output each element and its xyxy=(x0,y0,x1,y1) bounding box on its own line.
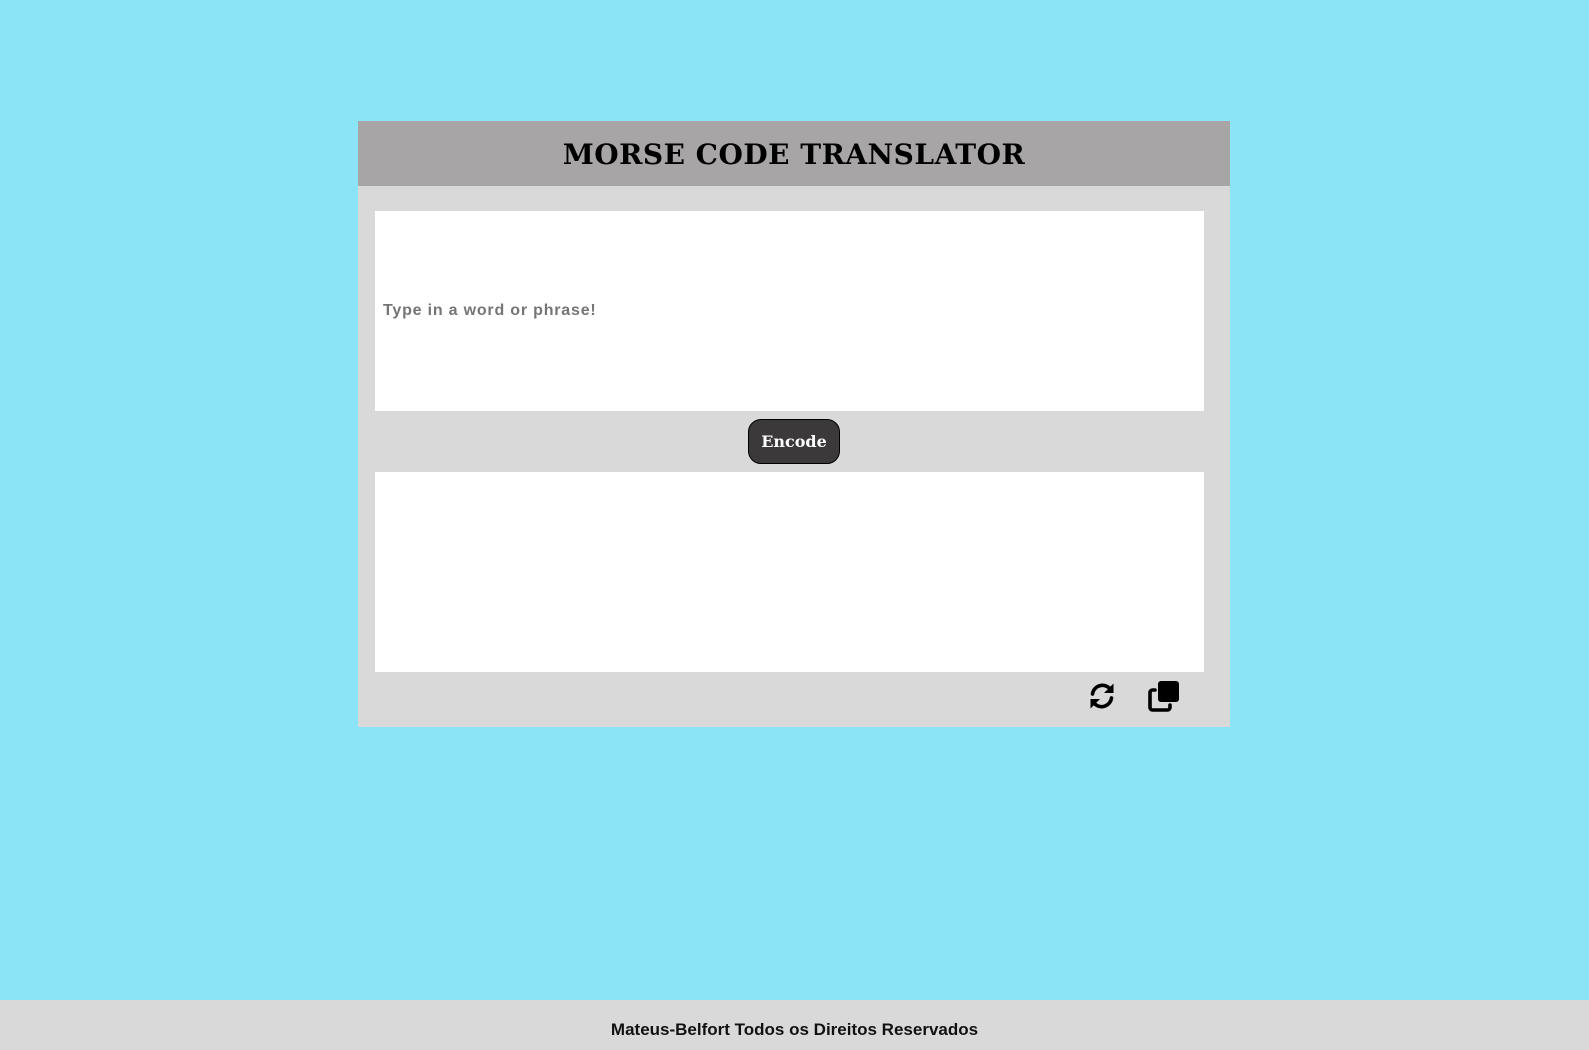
refresh-button[interactable] xyxy=(1085,679,1119,713)
refresh-icon xyxy=(1090,683,1114,709)
card-header: MORSE CODE TRANSLATOR xyxy=(358,121,1230,186)
copy-icon xyxy=(1148,681,1179,712)
output-textarea[interactable] xyxy=(375,472,1204,672)
copy-button[interactable] xyxy=(1147,679,1181,713)
input-placeholder: Type in a word or phrase! xyxy=(383,302,597,319)
page-title: MORSE CODE TRANSLATOR xyxy=(562,138,1026,171)
footer: Mateus-Belfort Todos os Direitos Reserva… xyxy=(0,1000,1589,1050)
encode-button[interactable]: Encode xyxy=(748,419,840,464)
translator-card: MORSE CODE TRANSLATOR Type in a word or … xyxy=(358,121,1230,727)
text-input[interactable]: Type in a word or phrase! xyxy=(375,211,1204,411)
footer-copyright: Mateus-Belfort Todos os Direitos Reserva… xyxy=(610,1020,979,1039)
